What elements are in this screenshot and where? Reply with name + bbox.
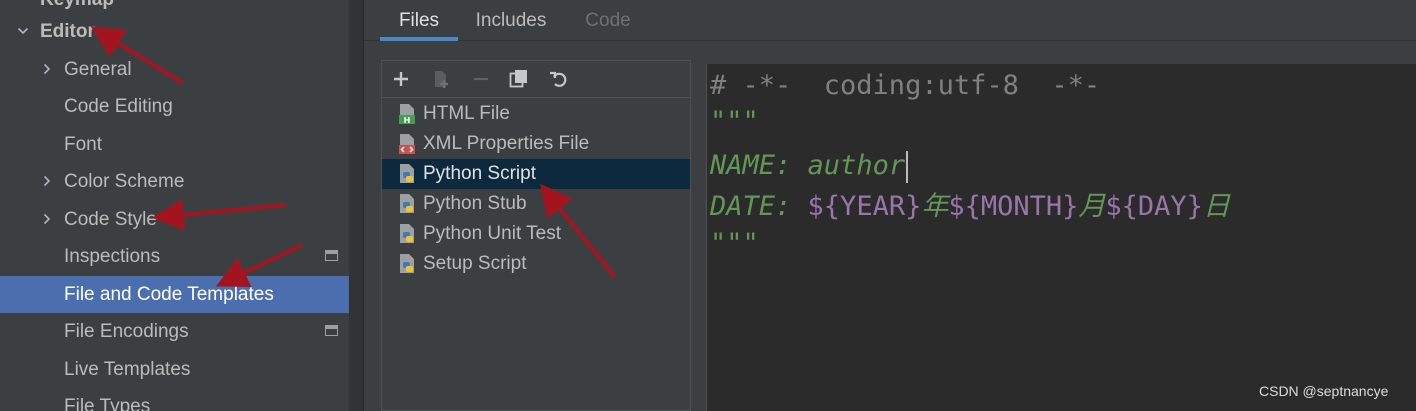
sidebar-item-label: Font: [64, 133, 103, 155]
sidebar-item-label: Code Editing: [64, 95, 173, 117]
list-item-python-unit-test[interactable]: Python Unit Test: [382, 219, 690, 249]
python-file-icon: [397, 253, 417, 275]
code-line-1: # -*- coding:utf-8 -*-: [710, 70, 1101, 101]
list-item-setup-script[interactable]: Setup Script: [382, 249, 690, 279]
python-file-icon: [397, 163, 417, 185]
sidebar-item-label: Color Scheme: [64, 170, 185, 192]
add-icon: [392, 70, 410, 88]
template-name: Python Unit Test: [423, 223, 562, 244]
copy-button[interactable]: [508, 68, 530, 90]
panel-splitter[interactable]: [349, 0, 363, 411]
list-item-html-file[interactable]: H HTML File: [382, 99, 690, 129]
date-separator: 日: [1202, 191, 1230, 222]
chevron-right-icon[interactable]: [41, 175, 53, 187]
text-caret: [906, 150, 909, 183]
add-button[interactable]: [390, 68, 412, 90]
settings-sidebar: Keymap Editor General Code Editing Font …: [0, 0, 363, 411]
sidebar-item-code-style[interactable]: Code Style: [0, 201, 363, 238]
sidebar-item-live-templates[interactable]: Live Templates: [0, 351, 363, 388]
date-separator: 月: [1078, 191, 1106, 222]
python-file-icon: [397, 223, 417, 245]
chevron-right-icon[interactable]: [41, 213, 53, 225]
sidebar-item-label: General: [64, 58, 132, 80]
svg-text:H: H: [404, 116, 411, 125]
sidebar-item-label: Editor: [40, 20, 95, 42]
sidebar-item-label: Inspections: [64, 245, 161, 267]
watermark: CSDN @septnancye: [1259, 383, 1389, 399]
chevron-right-icon[interactable]: [41, 63, 53, 75]
sidebar-item-label: File Encodings: [64, 320, 189, 342]
template-name: XML Properties File: [423, 133, 590, 154]
template-name: Python Stub: [423, 193, 527, 214]
templates-panel: Files Includes Code H HTML File XML Prop…: [364, 0, 1416, 411]
template-name: Python Script: [423, 163, 536, 184]
code-line-4: DATE: ${YEAR}年${MONTH}月${DAY}日: [710, 187, 1230, 227]
sidebar-item-color-scheme[interactable]: Color Scheme: [0, 163, 363, 200]
html-file-icon: H: [397, 103, 417, 125]
project-scope-icon: [325, 250, 338, 261]
python-file-icon: [397, 193, 417, 215]
remove-button[interactable]: [470, 68, 492, 90]
copy-icon: [509, 69, 529, 89]
name-value: author: [807, 150, 906, 181]
template-var-day: ${DAY}: [1105, 191, 1203, 222]
xml-file-icon: [397, 133, 417, 155]
remove-icon: [472, 70, 490, 88]
sidebar-item-general[interactable]: General: [0, 51, 363, 88]
template-var-month: ${MONTH}: [948, 191, 1079, 222]
template-toolbar: [382, 61, 690, 98]
reset-button[interactable]: [548, 68, 570, 90]
template-name: HTML File: [423, 103, 510, 124]
sidebar-item-inspections[interactable]: Inspections: [0, 238, 363, 275]
sidebar-item-code-editing[interactable]: Code Editing: [0, 88, 363, 125]
template-code-editor[interactable]: # -*- coding:utf-8 -*- """ NAME: author …: [706, 64, 1416, 411]
template-name: Setup Script: [423, 253, 527, 274]
sidebar-item-label: Keymap: [40, 0, 114, 11]
date-separator: 年: [921, 191, 949, 222]
chevron-down-icon[interactable]: [17, 25, 29, 37]
sidebar-item-file-types[interactable]: File Types: [0, 388, 363, 411]
code-line-3: NAME: author: [710, 146, 909, 186]
list-item-xml-properties-file[interactable]: XML Properties File: [382, 129, 690, 159]
code-line-5: """: [710, 228, 759, 259]
tab-includes[interactable]: Includes: [464, 0, 558, 41]
tab-files[interactable]: Files: [380, 0, 458, 41]
template-list-panel: H HTML File XML Properties File Python S…: [381, 60, 691, 411]
list-item-python-script[interactable]: Python Script: [382, 159, 690, 189]
tab-code[interactable]: Code: [574, 0, 642, 41]
sidebar-item-label: File Types: [64, 395, 151, 411]
add-child-button[interactable]: [430, 68, 452, 90]
list-item-python-stub[interactable]: Python Stub: [382, 189, 690, 219]
template-var-year: ${YEAR}: [807, 191, 922, 222]
sidebar-item-label: Code Style: [64, 208, 157, 230]
sidebar-item-editor[interactable]: Editor: [0, 13, 363, 50]
reset-icon: [549, 69, 569, 89]
sidebar-item-label: File and Code Templates: [64, 283, 274, 305]
sidebar-item-font[interactable]: Font: [0, 126, 363, 163]
sidebar-item-file-encodings[interactable]: File Encodings: [0, 313, 363, 350]
tab-bar: Files Includes Code: [364, 0, 1416, 41]
code-line-2: """: [710, 106, 759, 137]
sidebar-item-label: Live Templates: [64, 358, 191, 380]
project-scope-icon: [325, 325, 338, 336]
add-child-icon: [431, 69, 451, 89]
sidebar-item-file-and-code-templates[interactable]: File and Code Templates: [0, 276, 363, 313]
date-key: DATE:: [710, 191, 808, 222]
name-key: NAME:: [710, 150, 808, 181]
